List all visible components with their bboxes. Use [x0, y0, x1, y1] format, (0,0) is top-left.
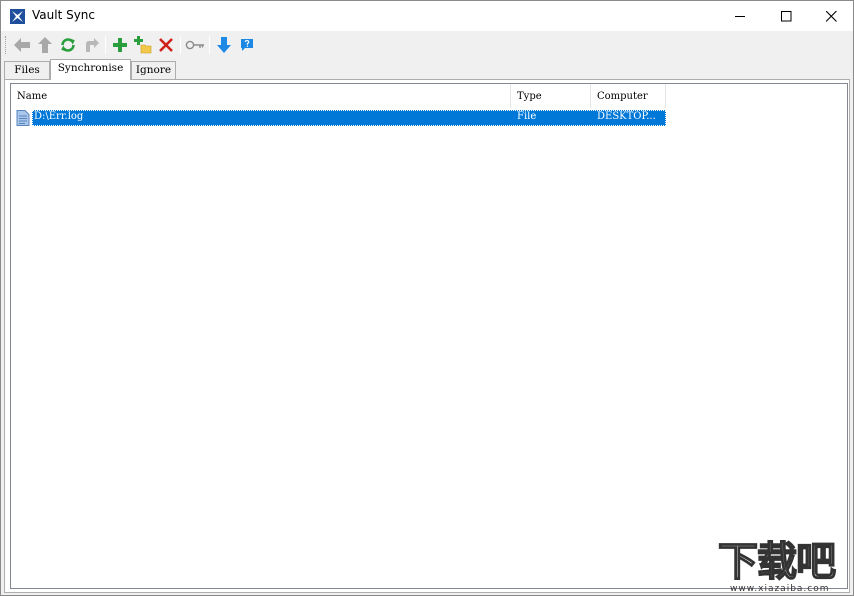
refresh-icon: [61, 38, 75, 52]
selection-highlight: [32, 110, 666, 126]
column-header-computer[interactable]: Computer: [591, 84, 666, 108]
toolbar: [1, 31, 853, 59]
help-button[interactable]: [236, 34, 258, 56]
delete-icon: [159, 38, 173, 52]
forward-icon: [86, 38, 99, 52]
minimize-icon: [734, 15, 745, 17]
column-header-type[interactable]: Type: [511, 84, 591, 108]
file-icon: [16, 110, 30, 126]
up-button[interactable]: [34, 34, 56, 56]
tab-synchronise[interactable]: Synchronise: [50, 59, 131, 80]
toolbar-separator: [180, 36, 181, 54]
back-arrow-icon: [14, 38, 30, 52]
minimize-button[interactable]: [717, 1, 763, 31]
watermark-url: www.xiazaiba.com: [730, 584, 830, 594]
sync-list-view[interactable]: Name Type Computer D:\Err.log File DESKT…: [10, 83, 848, 589]
tab-files[interactable]: Files: [4, 61, 50, 79]
download-icon: [217, 37, 231, 53]
list-header: Name Type Computer: [11, 84, 666, 108]
list-item[interactable]: D:\Err.log File DESKTOP...: [16, 110, 666, 126]
help-icon: [241, 39, 253, 51]
vault-sync-app-icon: [10, 9, 25, 24]
cell-type: File: [517, 111, 537, 122]
site-watermark: 下载吧 www.xiazaiba.com: [716, 538, 852, 596]
add-folder-icon: [134, 36, 152, 54]
back-button[interactable]: [11, 34, 33, 56]
watermark-logo-text: 下载吧: [717, 538, 837, 586]
tab-strip: Files Synchronise Ignore: [1, 59, 853, 80]
refresh-button[interactable]: [57, 34, 79, 56]
download-button[interactable]: [213, 34, 235, 56]
app-window: Vault Sync Files Synchronise Ignore Name…: [0, 0, 854, 596]
window-title: Vault Sync: [32, 8, 96, 22]
maximize-icon: [780, 10, 791, 21]
cell-name: D:\Err.log: [34, 111, 84, 122]
maximize-button[interactable]: [763, 1, 809, 31]
up-arrow-icon: [38, 37, 52, 53]
delete-button[interactable]: [155, 34, 177, 56]
key-button[interactable]: [184, 34, 206, 56]
title-bar[interactable]: Vault Sync: [1, 1, 853, 31]
key-icon: [185, 40, 204, 50]
add-icon: [113, 38, 127, 52]
toolbar-grip[interactable]: [5, 36, 7, 54]
cell-computer: DESKTOP...: [597, 111, 656, 122]
column-header-name[interactable]: Name: [11, 84, 511, 108]
forward-button[interactable]: [81, 34, 103, 56]
close-button[interactable]: [808, 1, 854, 31]
toolbar-separator: [105, 36, 106, 54]
add-button[interactable]: [109, 34, 131, 56]
add-folder-button[interactable]: [132, 34, 154, 56]
close-icon: [825, 10, 837, 22]
toolbar-separator: [209, 36, 210, 54]
tab-ignore[interactable]: Ignore: [131, 61, 176, 79]
